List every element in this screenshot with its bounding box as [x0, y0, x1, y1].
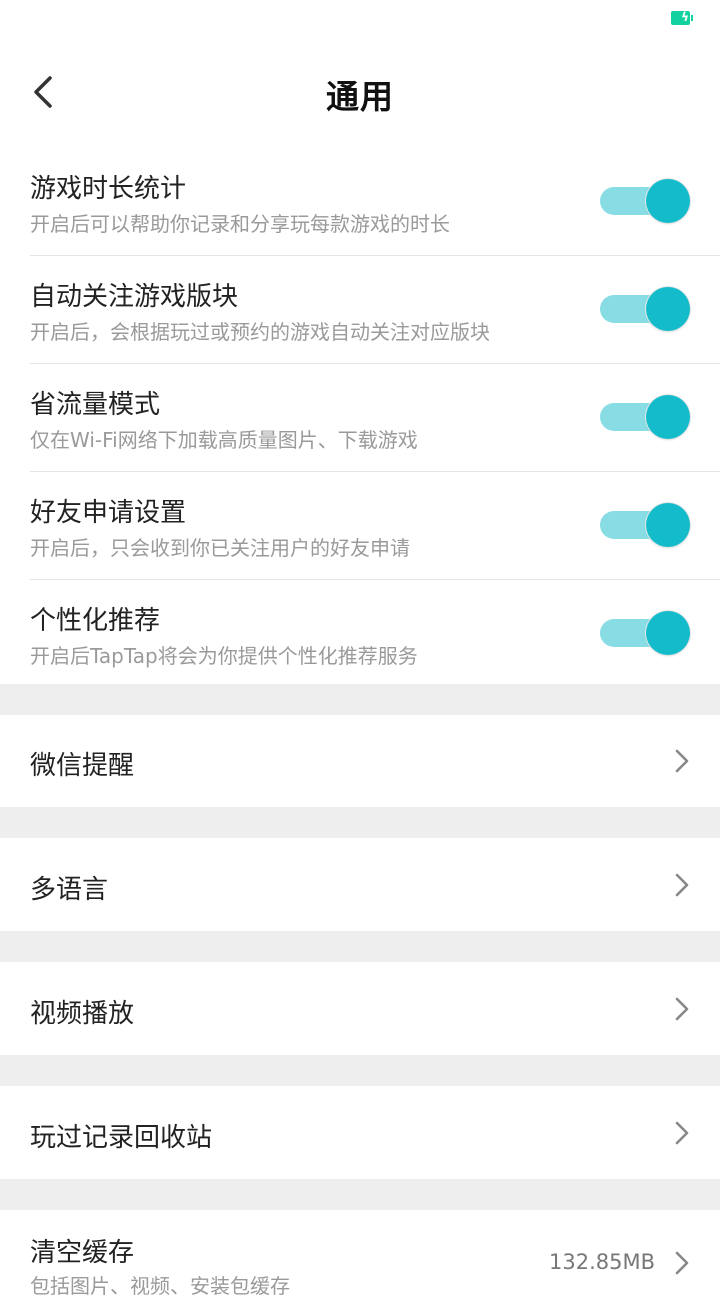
personalized-recommendation-toggle[interactable] — [598, 611, 690, 655]
nav-item-label: 清空缓存 — [30, 1238, 135, 1268]
toggle-knob — [646, 179, 690, 223]
auto-follow-toggle[interactable] — [598, 287, 690, 331]
status-bar: ϟ — [0, 0, 720, 36]
toggle-knob — [646, 503, 690, 547]
setting-title: 省流量模式 — [30, 390, 161, 420]
nav-item-played-recycle-bin[interactable]: 玩过记录回收站 — [0, 1086, 720, 1179]
chevron-right-icon — [674, 996, 690, 1022]
toggle-knob — [646, 611, 690, 655]
nav-item-language[interactable]: 多语言 — [0, 838, 720, 931]
battery-charging-icon: ϟ — [671, 10, 693, 25]
setting-auto-follow: 自动关注游戏版块 开启后，会根据玩过或预约的游戏自动关注对应版块 — [30, 256, 720, 364]
chevron-right-icon — [674, 748, 690, 774]
header: 通用 — [0, 48, 720, 140]
friend-request-toggle[interactable] — [598, 503, 690, 547]
setting-description: 开启后，只会收到你已关注用户的好友申请 — [30, 536, 410, 560]
nav-item-label: 微信提醒 — [30, 751, 135, 781]
setting-description: 开启后，会根据玩过或预约的游戏自动关注对应版块 — [30, 320, 490, 344]
setting-data-saver: 省流量模式 仅在Wi-Fi网络下加载高质量图片、下载游戏 — [30, 364, 720, 472]
setting-title: 自动关注游戏版块 — [30, 282, 239, 312]
setting-title: 好友申请设置 — [30, 498, 187, 528]
nav-item-label: 视频播放 — [30, 999, 135, 1029]
data-saver-toggle[interactable] — [598, 395, 690, 439]
setting-title: 游戏时长统计 — [30, 174, 187, 204]
setting-friend-request: 好友申请设置 开启后，只会收到你已关注用户的好友申请 — [30, 472, 720, 580]
setting-description: 开启后TapTap将会为你提供个性化推荐服务 — [30, 644, 418, 668]
section-divider — [0, 1179, 720, 1210]
nav-item-wechat-reminder[interactable]: 微信提醒 — [0, 715, 720, 807]
toggle-knob — [646, 395, 690, 439]
page-title: 通用 — [326, 77, 394, 116]
nav-item-video-playback[interactable]: 视频播放 — [0, 962, 720, 1055]
cache-size-value: 132.85MB — [548, 1250, 655, 1274]
game-duration-toggle[interactable] — [598, 179, 690, 223]
section-divider — [0, 807, 720, 838]
nav-item-clear-cache[interactable]: 清空缓存 132.85MB 包括图片、视频、安装包缓存 — [0, 1210, 720, 1298]
nav-item-label: 多语言 — [30, 875, 109, 905]
setting-game-duration: 游戏时长统计 开启后可以帮助你记录和分享玩每款游戏的时长 — [30, 148, 720, 256]
section-divider — [0, 684, 720, 715]
setting-description: 开启后可以帮助你记录和分享玩每款游戏的时长 — [30, 212, 450, 236]
nav-item-label: 玩过记录回收站 — [30, 1123, 213, 1153]
section-divider — [0, 931, 720, 962]
chevron-right-icon — [674, 1250, 690, 1276]
chevron-right-icon — [674, 1120, 690, 1146]
nav-item-description: 包括图片、视频、安装包缓存 — [30, 1274, 290, 1298]
toggle-settings-list: 游戏时长统计 开启后可以帮助你记录和分享玩每款游戏的时长 自动关注游戏版块 开启… — [0, 148, 720, 687]
section-divider — [0, 1055, 720, 1086]
chevron-right-icon — [674, 872, 690, 898]
toggle-knob — [646, 287, 690, 331]
setting-title: 个性化推荐 — [30, 606, 161, 636]
setting-description: 仅在Wi-Fi网络下加载高质量图片、下载游戏 — [30, 428, 418, 452]
setting-personalized-recommendation: 个性化推荐 开启后TapTap将会为你提供个性化推荐服务 — [30, 580, 720, 687]
